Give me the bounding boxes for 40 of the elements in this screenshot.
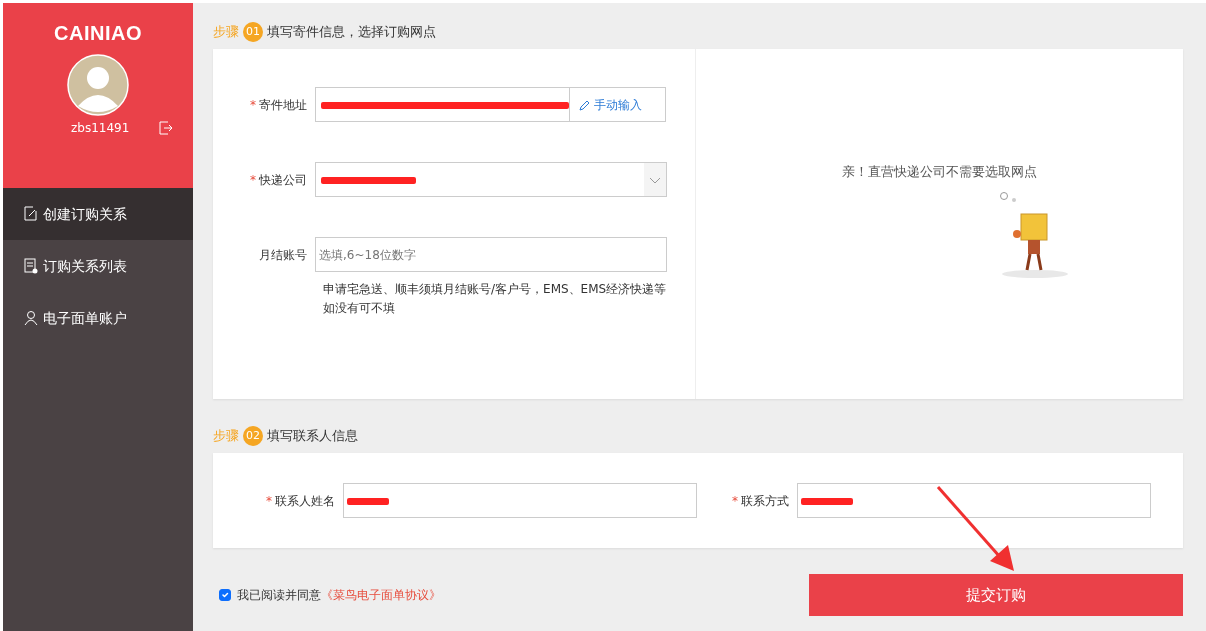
pencil-icon — [579, 98, 591, 111]
logo: CAINIAO — [54, 21, 142, 46]
logout-icon[interactable] — [159, 121, 173, 135]
phone-field[interactable] — [797, 483, 1151, 518]
sidebar-item[interactable]: 创建订购关系 — [3, 188, 193, 240]
user-icon — [23, 310, 39, 326]
redaction-mark — [801, 498, 853, 505]
section-title: 填写联系人信息 — [267, 427, 358, 446]
notice-text: 亲！直营快递公司不需要选取网点 — [842, 163, 1037, 181]
edit-icon — [23, 206, 39, 222]
agreement-text: 我已阅读并同意《菜鸟电子面单协议》 — [237, 587, 441, 604]
address-field[interactable] — [315, 87, 570, 122]
agree-checkbox[interactable] — [219, 589, 231, 601]
name-field[interactable] — [343, 483, 697, 518]
account-input-field[interactable]: 选填,6~18位数字 — [315, 237, 667, 272]
submit-button[interactable]: 提交订购 — [809, 574, 1183, 616]
step-number-badge: 02 — [243, 426, 263, 446]
section-title: 填写寄件信息，选择订购网点 — [267, 23, 436, 42]
courier-select[interactable] — [315, 162, 667, 197]
step-label: 步骤 — [213, 427, 239, 446]
field-label: 寄件地址 — [259, 97, 307, 112]
required-mark: * — [250, 97, 256, 112]
required-mark: * — [266, 493, 272, 508]
required-mark: * — [250, 172, 256, 187]
avatar-icon — [67, 54, 129, 116]
field-label: 联系人姓名 — [275, 493, 335, 508]
required-mark: * — [732, 493, 738, 508]
field-label: 联系方式 — [741, 493, 789, 508]
document-icon — [23, 258, 39, 274]
sidebar-item[interactable]: 订购关系列表 — [3, 240, 193, 292]
field-label: 月结账号 — [259, 247, 307, 262]
username: zbs11491 — [71, 120, 130, 137]
step-label: 步骤 — [213, 23, 239, 42]
sidebar-item[interactable]: 电子面单账户 — [3, 292, 193, 344]
field-label: 快递公司 — [259, 172, 307, 187]
help-text: 申请宅急送、顺丰须填月结账号/客户号，EMS、EMS经济快递等如没有可不填 — [323, 281, 668, 317]
redaction-mark — [347, 498, 389, 505]
chevron-down-icon — [644, 163, 666, 196]
step-number-badge: 01 — [243, 22, 263, 42]
manual-input-button[interactable]: 手动输入 — [570, 87, 666, 122]
